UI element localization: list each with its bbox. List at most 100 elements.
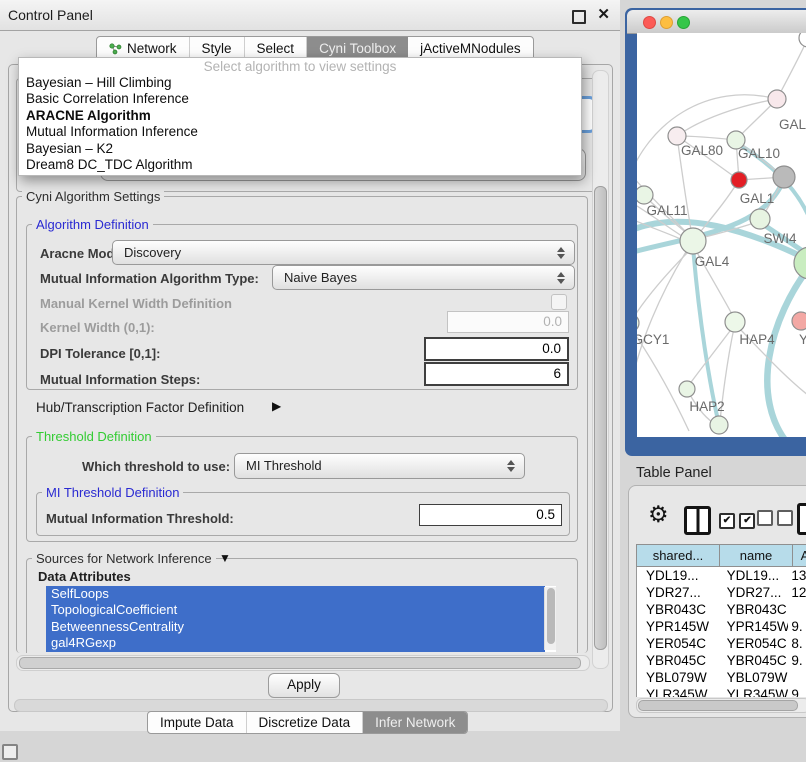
edge[interactable] <box>677 99 777 136</box>
network-node[interactable] <box>773 166 795 188</box>
attribute-item-selected[interactable]: gal4RGexp <box>46 635 545 651</box>
attributes-scrollbar-thumb[interactable] <box>547 588 555 644</box>
attribute-item-selected[interactable]: BetweennessCentrality <box>46 619 545 635</box>
spinner-arrows-icon <box>507 460 515 472</box>
close-icon[interactable]: ✕ <box>597 5 610 23</box>
table-row[interactable]: YDL19...YDL19...13 <box>637 567 806 584</box>
edge[interactable] <box>777 38 806 99</box>
network-node-gal1[interactable] <box>731 172 747 188</box>
network-node-y[interactable] <box>792 312 806 330</box>
hub-definition-label[interactable]: Hub/Transcription Factor Definition <box>36 400 244 415</box>
network-node-gal11[interactable] <box>637 186 653 204</box>
apply-button[interactable]: Apply <box>268 673 340 698</box>
data-attributes-label: Data Attributes <box>38 569 131 584</box>
network-node-gcy1[interactable] <box>637 314 639 332</box>
threshold-definition-title: Threshold Definition <box>32 429 156 444</box>
popup-item[interactable]: Bayesian – K2 <box>19 141 581 157</box>
popup-item[interactable]: Mutual Information Inference <box>19 124 581 140</box>
network-svg: GALGAL80GAL10GAL1GAL11SWI4GAL4GCY1HAP4YH… <box>637 33 806 437</box>
network-node-swi4[interactable] <box>750 209 770 229</box>
aracne-mode-combobox[interactable]: Discovery <box>112 240 575 265</box>
attribute-item-selected[interactable]: SelfLoops <box>46 586 545 602</box>
table-header: shared... name A <box>636 544 806 567</box>
show-columns-icon[interactable]: ✔ ✔ <box>719 510 755 529</box>
close-traffic-light[interactable] <box>643 16 656 29</box>
network-node-hap2[interactable] <box>679 381 695 397</box>
attribute-item-selected[interactable]: TopologicalCoefficient <box>46 602 545 618</box>
mi-steps-field[interactable]: 6 <box>424 362 569 386</box>
collapse-down-icon[interactable]: ▼ <box>219 551 231 565</box>
zoom-traffic-light[interactable] <box>677 16 690 29</box>
table-row[interactable]: YBL079WYBL079W <box>637 669 806 686</box>
table-row[interactable]: YER054CYER054C8. <box>637 635 806 652</box>
column-header[interactable]: name <box>720 544 793 567</box>
kernel-width-field[interactable]: 0.0 <box>447 311 569 333</box>
node-label: SWI4 <box>763 231 796 246</box>
edge[interactable] <box>637 95 777 183</box>
column-header[interactable]: A <box>793 544 806 567</box>
minimized-window-icon[interactable] <box>2 744 18 760</box>
sources-group-title[interactable]: Sources for Network Inference <box>32 551 216 566</box>
split-columns-icon[interactable] <box>684 506 711 535</box>
popup-item-selected[interactable]: ARACNE Algorithm <box>19 108 581 124</box>
network-node[interactable] <box>799 33 806 47</box>
table-row[interactable]: YBR045CYBR045C9. <box>637 652 806 669</box>
document-icon[interactable] <box>797 503 806 535</box>
node-label: GAL80 <box>681 143 723 158</box>
mi-type-combobox[interactable]: Naive Bayes <box>272 265 575 290</box>
hide-columns-icon[interactable] <box>757 510 793 531</box>
settings-vertical-scrollbar-thumb[interactable] <box>594 186 607 650</box>
which-threshold-combobox[interactable]: MI Threshold <box>234 453 525 479</box>
manual-kernel-label: Manual Kernel Width Definition <box>40 296 232 311</box>
network-node-gal4[interactable] <box>680 228 706 254</box>
edge[interactable] <box>767 265 806 437</box>
column-header[interactable]: shared... <box>636 544 720 567</box>
popup-item[interactable]: Bayesian – Hill Climbing <box>19 75 581 91</box>
popup-item[interactable]: Basic Correlation Inference <box>19 91 581 107</box>
settings-horizontal-scrollbar-thumb[interactable] <box>19 657 581 669</box>
mi-threshold-field[interactable]: 0.5 <box>419 504 562 526</box>
network-window-titlebar[interactable] <box>627 10 806 34</box>
control-panel-titlebar: Control Panel ✕ <box>0 0 620 31</box>
tab-infer-network[interactable]: Infer Network <box>363 712 467 733</box>
node-label: HAP4 <box>739 332 775 347</box>
tab-network-label: Network <box>127 41 177 56</box>
dpi-tolerance-field[interactable]: 0.0 <box>424 337 569 361</box>
edge[interactable] <box>637 247 693 323</box>
popup-item[interactable]: Dream8 DC_TDC Algorithm <box>19 157 581 173</box>
dpi-tolerance-label: DPI Tolerance [0,1]: <box>40 346 160 361</box>
popup-placeholder: Select algorithm to view settings <box>19 58 581 75</box>
table-horizontal-scrollbar-thumb[interactable] <box>638 700 798 711</box>
network-icon <box>109 42 122 55</box>
table-body: YDL19...YDL19...13 YDR27...YDR27...12 YB… <box>636 567 806 697</box>
manual-kernel-checkbox[interactable] <box>551 294 567 310</box>
bottom-tabbar: Impute Data Discretize Data Infer Networ… <box>147 711 468 734</box>
node-label: GAL4 <box>695 254 730 269</box>
table-row[interactable]: YPR145WYPR145W9. <box>637 618 806 635</box>
unchecked-box-icon <box>777 510 793 526</box>
checked-box-icon: ✔ <box>739 513 755 529</box>
table-row[interactable]: YDR27...YDR27...12 <box>637 584 806 601</box>
node-label: GAL1 <box>740 191 775 206</box>
network-node-hap4[interactable] <box>725 312 745 332</box>
node-label: Y <box>799 332 806 347</box>
edge[interactable] <box>637 247 689 385</box>
mi-type-label: Mutual Information Algorithm Type: <box>40 271 259 286</box>
network-canvas[interactable]: GALGAL80GAL10GAL1GAL11SWI4GAL4GCY1HAP4YH… <box>637 33 806 437</box>
cyni-algorithm-settings-title: Cyni Algorithm Settings <box>22 189 164 204</box>
algorithm-popup: Select algorithm to view settings Bayesi… <box>18 57 582 176</box>
gear-icon[interactable]: ⚙ <box>648 503 669 526</box>
tab-discretize-data[interactable]: Discretize Data <box>247 712 364 733</box>
float-window-icon[interactable] <box>572 10 586 24</box>
algorithm-definition-title: Algorithm Definition <box>32 217 153 232</box>
attributes-scrollbar[interactable] <box>544 587 556 650</box>
spinner-arrows-icon <box>557 272 565 284</box>
minimize-traffic-light[interactable] <box>660 16 673 29</box>
expand-right-icon[interactable]: ▶ <box>272 399 281 413</box>
network-node[interactable] <box>710 416 728 434</box>
tab-impute-data[interactable]: Impute Data <box>148 712 247 733</box>
table-row[interactable]: YLR345WYLR345W9. <box>637 686 806 697</box>
network-node-gal[interactable] <box>768 90 786 108</box>
spinner-arrows-icon <box>557 247 565 259</box>
table-row[interactable]: YBR043CYBR043C <box>637 601 806 618</box>
